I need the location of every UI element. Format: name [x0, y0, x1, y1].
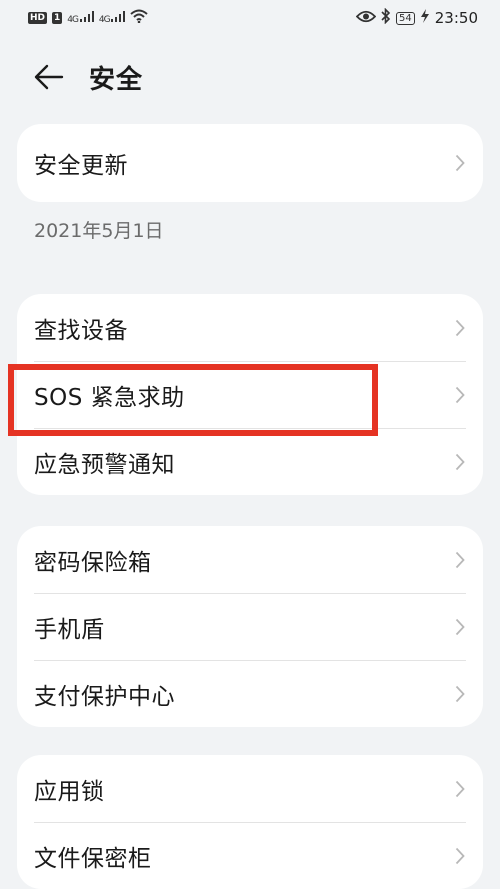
security-update-label: 安全更新 [34, 153, 128, 179]
chevron-right-icon [455, 453, 465, 470]
back-arrow-icon[interactable] [34, 63, 64, 91]
list-item-label: 手机盾 [34, 616, 105, 643]
chevron-right-icon [455, 685, 465, 702]
security-update-card: 安全更新 [17, 124, 483, 202]
list-item-sos[interactable]: SOS 紧急求助 [17, 361, 483, 428]
device-safety-card: 查找设备 SOS 紧急求助 应急预警通知 [17, 294, 483, 495]
charging-icon [420, 9, 430, 27]
status-right: 54 23:50 [355, 7, 478, 28]
list-item-label: 密码保险箱 [34, 549, 152, 576]
clock: 23:50 [434, 9, 478, 27]
list-item-find-device[interactable]: 查找设备 [17, 294, 483, 361]
signal-icon-2: 4G [99, 11, 126, 25]
chevron-right-icon [455, 154, 465, 172]
hd-icon: HD [28, 12, 48, 24]
eye-icon [355, 9, 377, 27]
list-item-payment-protection[interactable]: 支付保护中心 [17, 660, 483, 727]
list-item-phone-shield[interactable]: 手机盾 [17, 593, 483, 660]
header: 安全 [0, 54, 500, 100]
network-type-label-2: 4G [98, 15, 111, 25]
sim-icon: 1 [52, 12, 63, 24]
list-item-emergency-alerts[interactable]: 应急预警通知 [17, 428, 483, 495]
list-item-label: 应用锁 [34, 778, 105, 805]
list-item-file-safe[interactable]: 文件保密柜 [17, 822, 483, 889]
chevron-right-icon [455, 319, 465, 336]
bluetooth-icon [381, 7, 391, 28]
page-title: 安全 [89, 65, 144, 95]
list-item-label: 支付保护中心 [34, 683, 175, 710]
app-lock-card: 应用锁 文件保密柜 [17, 755, 483, 889]
chevron-right-icon [455, 386, 465, 403]
chevron-right-icon [455, 847, 465, 864]
list-item-label: 应急预警通知 [34, 451, 175, 478]
signal-icon: 4G [67, 11, 94, 25]
list-item-label: 查找设备 [34, 317, 128, 344]
list-item-label: SOS 紧急求助 [34, 384, 185, 411]
list-item-label: 文件保密柜 [34, 845, 152, 872]
battery-icon: 54 [396, 11, 415, 25]
chevron-right-icon [455, 780, 465, 797]
list-item-app-lock[interactable]: 应用锁 [17, 755, 483, 822]
status-bar: HD 1 4G 4G 54 23:50 [0, 0, 500, 36]
list-item-password-vault[interactable]: 密码保险箱 [17, 526, 483, 593]
chevron-right-icon [455, 551, 465, 568]
wifi-icon [130, 9, 149, 27]
chevron-right-icon [455, 618, 465, 635]
status-left: HD 1 4G 4G [28, 9, 149, 27]
network-type-label: 4G [67, 15, 79, 25]
security-update-date: 2021年5月1日 [34, 220, 164, 242]
privacy-card: 密码保险箱 手机盾 支付保护中心 [17, 526, 483, 727]
security-update-item[interactable]: 安全更新 [17, 124, 483, 202]
